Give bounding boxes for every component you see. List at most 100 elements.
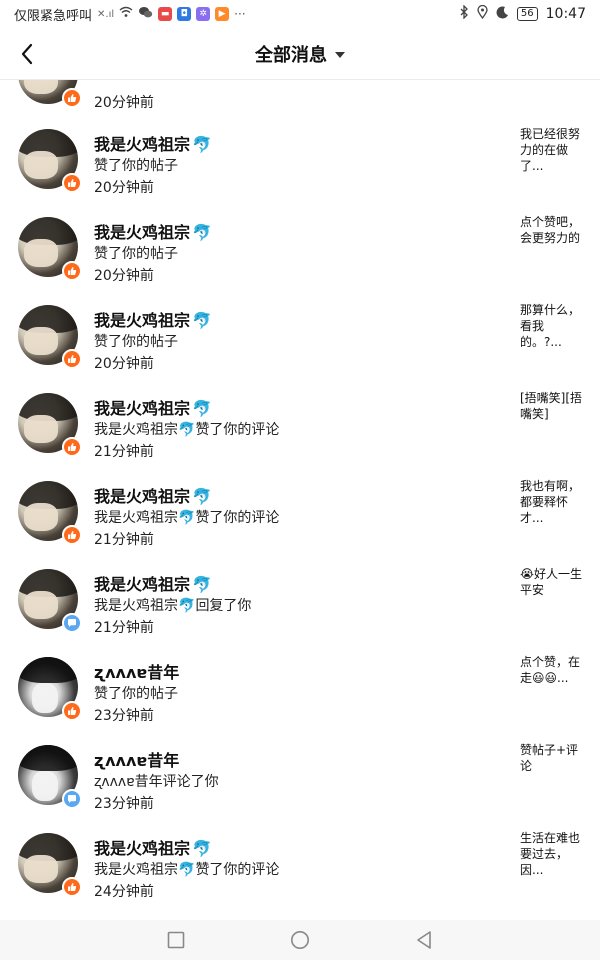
avatar-button[interactable] bbox=[18, 569, 82, 633]
like-badge-icon bbox=[62, 349, 82, 369]
content-preview[interactable]: 😭好人一生平安 bbox=[520, 566, 584, 598]
triangle-back-icon bbox=[417, 931, 431, 949]
top-bar: 全部消息 bbox=[0, 28, 600, 80]
action-text: 评论了你 bbox=[162, 774, 219, 790]
timestamp: 20分钟前 bbox=[94, 180, 154, 196]
message-row[interactable]: 我是火鸡祖宗 🐬 我是火鸡祖宗🐬赞了你的评论 24分钟前 生活在难也要过去，因... bbox=[0, 831, 600, 919]
dolphin-emoji-icon: 🐬 bbox=[192, 311, 212, 330]
sender-name[interactable]: 我是火鸡祖宗 🐬 bbox=[94, 835, 212, 859]
action-sender-name: 我是火鸡祖宗 bbox=[94, 422, 178, 438]
content-preview[interactable]: 点个赞，在走😃😃... bbox=[520, 654, 584, 686]
sender-name[interactable]: 我是火鸡祖宗 🐬 bbox=[94, 219, 212, 243]
message-row[interactable]: 我是火鸡祖宗 🐬 赞了你的帖子 20分钟前 我已经很努力的在做了... bbox=[0, 127, 600, 215]
battery-indicator: 56 bbox=[516, 7, 538, 21]
message-action: 我是火鸡祖宗🐬回复了你 bbox=[94, 595, 251, 615]
timestamp: 21分钟前 bbox=[94, 620, 154, 636]
message-row[interactable]: ʐʌʌʌɐ昔年 ʐʌʌʌɐ昔年评论了你 23分钟前 赞帖子+评论 bbox=[0, 743, 600, 831]
page-title: 全部消息 bbox=[255, 45, 327, 66]
dolphin-emoji-icon: 🐬 bbox=[192, 135, 212, 154]
sender-name[interactable]: ʐʌʌʌɐ昔年 bbox=[94, 659, 179, 683]
message-row[interactable]: 20分钟前 bbox=[0, 80, 600, 130]
message-filter-dropdown[interactable]: 全部消息 bbox=[0, 28, 600, 80]
dolphin-emoji-icon: 🐬 bbox=[178, 862, 196, 878]
message-row[interactable]: 我是火鸡祖宗 🐬 我是火鸡祖宗🐬回复了你 21分钟前 😭好人一生平安 bbox=[0, 567, 600, 655]
content-preview[interactable]: [捂嘴笑][捂嘴笑] bbox=[520, 390, 584, 422]
sender-name[interactable]: 我是火鸡祖宗 🐬 bbox=[94, 483, 212, 507]
comment-badge-icon bbox=[62, 613, 82, 633]
message-row[interactable]: 我是火鸡祖宗 🐬 赞了你的帖子 20分钟前 点个赞吧，会更努力的 bbox=[0, 215, 600, 303]
timestamp: 20分钟前 bbox=[94, 356, 154, 372]
avatar-button[interactable] bbox=[18, 305, 82, 369]
sender-name-text: 我是火鸡祖宗 bbox=[94, 839, 191, 858]
message-action: 我是火鸡祖宗🐬赞了你的评论 bbox=[94, 419, 279, 439]
action-text: 回复了你 bbox=[195, 598, 252, 614]
action-text: 赞了你的评论 bbox=[195, 422, 280, 438]
content-preview[interactable]: 我已经很努力的在做了... bbox=[520, 126, 584, 174]
message-action: 赞了你的帖子 bbox=[94, 243, 178, 263]
timestamp: 21分钟前 bbox=[94, 444, 154, 460]
system-back-button[interactable] bbox=[412, 928, 436, 952]
sender-name[interactable]: 我是火鸡祖宗 🐬 bbox=[94, 395, 212, 419]
dolphin-emoji-icon: 🐬 bbox=[178, 598, 196, 614]
action-text: 赞了你的帖子 bbox=[94, 246, 178, 262]
avatar-button[interactable] bbox=[18, 745, 82, 809]
action-sender-name: 我是火鸡祖宗 bbox=[94, 598, 178, 614]
sender-name-text: 我是火鸡祖宗 bbox=[94, 487, 191, 506]
system-nav-bar bbox=[0, 920, 600, 960]
sender-name[interactable]: 我是火鸡祖宗 🐬 bbox=[94, 571, 212, 595]
content-preview[interactable]: 我也有啊，都要释怀才... bbox=[520, 478, 584, 526]
avatar-button[interactable] bbox=[18, 481, 82, 545]
avatar-button[interactable] bbox=[18, 657, 82, 721]
moon-icon bbox=[496, 5, 509, 23]
message-row[interactable]: 我是火鸡祖宗 🐬 赞了你的帖子 20分钟前 那算什么，看我的。?... bbox=[0, 303, 600, 391]
message-row[interactable]: ʐʌʌʌɐ昔年 赞了你的帖子 23分钟前 点个赞，在走😃😃... bbox=[0, 655, 600, 743]
dolphin-emoji-icon: 🐬 bbox=[192, 399, 212, 418]
message-row[interactable]: 我是火鸡祖宗 🐬 我是火鸡祖宗🐬赞了你的评论 21分钟前 我也有啊，都要释怀才... bbox=[0, 479, 600, 567]
action-sender-name: ʐʌʌʌɐ昔年 bbox=[94, 774, 163, 790]
caret-down-icon bbox=[335, 52, 345, 58]
wifi-icon bbox=[119, 6, 133, 22]
recent-apps-button[interactable] bbox=[164, 928, 188, 952]
avatar-button[interactable] bbox=[18, 217, 82, 281]
action-text: 赞了你的帖子 bbox=[94, 334, 178, 350]
timestamp: 24分钟前 bbox=[94, 884, 154, 900]
carrier-label: 仅限紧急呼叫 bbox=[14, 8, 93, 24]
square-icon bbox=[167, 931, 185, 949]
avatar-button[interactable] bbox=[18, 129, 82, 193]
like-badge-icon bbox=[62, 88, 82, 108]
sender-name[interactable]: 我是火鸡祖宗 🐬 bbox=[94, 307, 212, 331]
message-action: 赞了你的帖子 bbox=[94, 155, 178, 175]
dolphin-emoji-icon: 🐬 bbox=[192, 839, 212, 858]
message-action: 赞了你的帖子 bbox=[94, 683, 178, 703]
action-sender-name: 我是火鸡祖宗 bbox=[94, 510, 178, 526]
avatar-button[interactable] bbox=[18, 833, 82, 897]
like-badge-icon bbox=[62, 173, 82, 193]
avatar-button[interactable] bbox=[18, 393, 82, 457]
message-list[interactable]: 20分钟前 我是火鸡祖宗 🐬 赞了你的帖子 20分钟前 我已经很努力的在做了... 我是火鸡… bbox=[0, 80, 600, 920]
dolphin-emoji-icon: 🐬 bbox=[178, 510, 196, 526]
circle-icon bbox=[291, 931, 309, 949]
home-button[interactable] bbox=[288, 928, 312, 952]
action-text: 赞了你的帖子 bbox=[94, 686, 178, 702]
message-row[interactable]: 我是火鸡祖宗 🐬 我是火鸡祖宗🐬赞了你的评论 21分钟前 [捂嘴笑][捂嘴笑] bbox=[0, 391, 600, 479]
message-action: 我是火鸡祖宗🐬赞了你的评论 bbox=[94, 507, 279, 527]
timestamp: 23分钟前 bbox=[94, 796, 154, 812]
sender-name-text: 我是火鸡祖宗 bbox=[94, 575, 191, 594]
more-notifications-icon: ··· bbox=[234, 7, 246, 21]
message-action: 我是火鸡祖宗🐬赞了你的评论 bbox=[94, 859, 279, 879]
timestamp: 20分钟前 bbox=[94, 268, 154, 284]
content-preview[interactable]: 生活在难也要过去，因... bbox=[520, 830, 584, 878]
signal-icon: ✕.ıl bbox=[97, 8, 115, 20]
like-badge-icon bbox=[62, 525, 82, 545]
content-preview[interactable]: 点个赞吧，会更努力的 bbox=[520, 214, 584, 246]
status-bar: 仅限紧急呼叫 ✕.ıl ▬ ◘ ✲ ▶ ··· 56 10:47 bbox=[0, 0, 600, 28]
location-icon bbox=[477, 4, 488, 23]
content-preview[interactable]: 那算什么，看我的。?... bbox=[520, 302, 584, 350]
wechat-icon bbox=[138, 6, 153, 23]
clock: 10:47 bbox=[545, 6, 586, 22]
sender-name[interactable]: ʐʌʌʌɐ昔年 bbox=[94, 747, 179, 771]
timestamp: 20分钟前 bbox=[94, 95, 154, 111]
content-preview[interactable]: 赞帖子+评论 bbox=[520, 742, 584, 774]
sender-name[interactable]: 我是火鸡祖宗 🐬 bbox=[94, 131, 212, 155]
avatar-button[interactable] bbox=[18, 80, 82, 108]
